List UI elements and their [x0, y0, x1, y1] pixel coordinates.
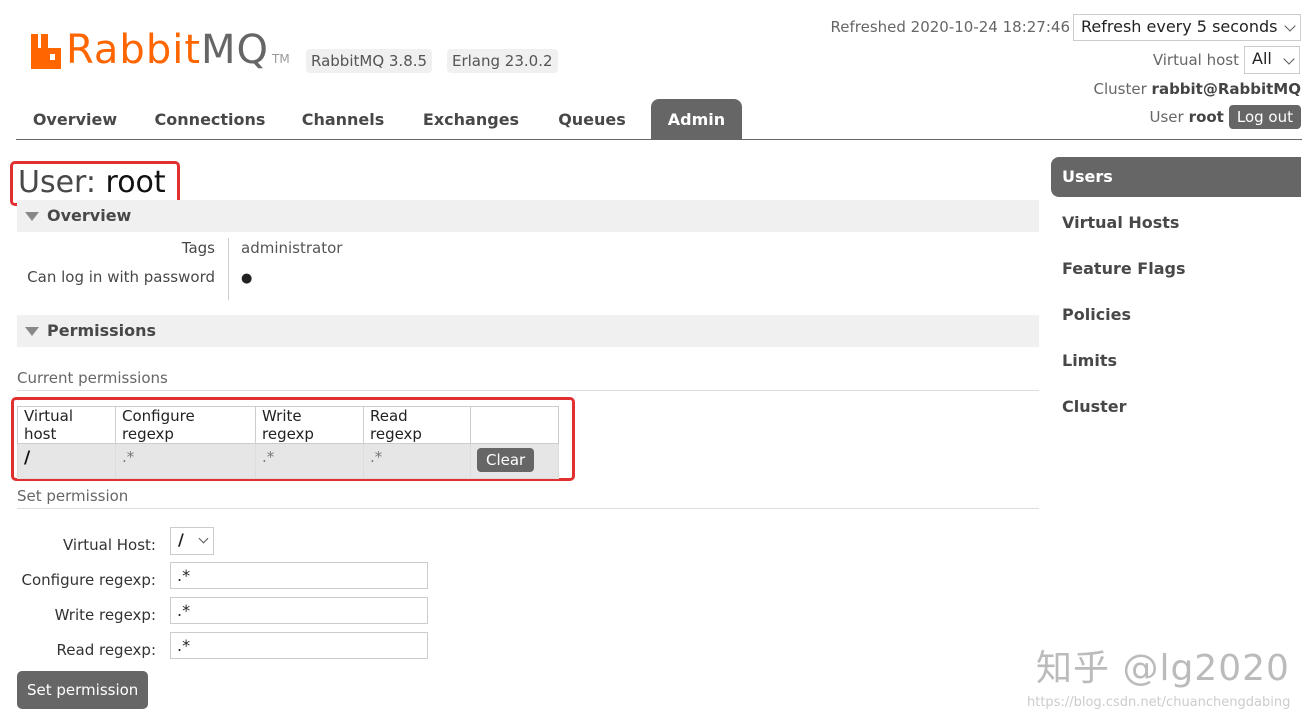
- clear-permission-button[interactable]: Clear: [477, 448, 535, 472]
- logo-wordmark: RabbitMQ: [66, 27, 270, 73]
- watermark-url: https://blog.csdn.net/chuanchengdabing: [1027, 695, 1291, 710]
- table-row: / .* .* .* Clear: [17, 443, 559, 479]
- col-configure-regexp: Configure regexp: [115, 406, 256, 444]
- tags-label: Tags: [181, 239, 215, 257]
- page: RabbitMQ TM RabbitMQ 3.8.5 Erlang 23.0.2…: [0, 0, 1316, 721]
- cluster-name: rabbit@RabbitMQ: [1151, 80, 1301, 98]
- collapse-triangle-icon: [25, 327, 39, 336]
- vhost-select-value: /: [178, 530, 184, 549]
- vhost-filter: Virtual host All: [1153, 46, 1300, 74]
- login-value: ●: [241, 271, 253, 286]
- chevron-down-icon: [1283, 53, 1295, 65]
- cell-write: .*: [255, 443, 364, 479]
- sidebar-item-feature-flags[interactable]: Feature Flags: [1051, 249, 1301, 295]
- permissions-table: Virtual host Configure regexp Write rege…: [17, 406, 559, 479]
- col-write-regexp: Write regexp: [255, 406, 364, 444]
- write-regexp-input[interactable]: .*: [170, 597, 428, 624]
- trademark: TM: [272, 52, 290, 66]
- login-label: Can log in with password: [27, 268, 215, 286]
- erlang-version-badge: Erlang 23.0.2: [447, 49, 558, 73]
- vhost-filter-value: All: [1252, 49, 1272, 68]
- col-read-regexp: Read regexp: [363, 406, 471, 444]
- cell-read: .*: [363, 443, 471, 479]
- set-permission-button[interactable]: Set permission: [17, 671, 149, 709]
- vhost-filter-label: Virtual host: [1152, 51, 1239, 69]
- page-title-username: root: [105, 165, 166, 200]
- rabbitmq-version-badge: RabbitMQ 3.8.5: [306, 49, 433, 73]
- read-field-label: Read regexp:: [56, 641, 156, 659]
- vhost-field-label: Virtual Host:: [63, 536, 156, 554]
- configure-regexp-input[interactable]: .*: [170, 562, 428, 589]
- page-title: User: root: [18, 164, 166, 202]
- page-title-prefix: User:: [18, 165, 96, 200]
- collapse-triangle-icon: [25, 212, 39, 221]
- permissions-heading: Permissions: [47, 321, 157, 340]
- refreshed-timestamp: Refreshed 2020-10-24 18:27:46: [830, 18, 1070, 36]
- tab-overview[interactable]: Overview: [16, 99, 134, 139]
- main-nav-tabs: Overview Connections Channels Exchanges …: [16, 99, 1302, 140]
- watermark: 知乎 @lg2020: [1036, 648, 1290, 689]
- cell-vhost: /: [17, 443, 116, 479]
- cell-actions: Clear: [470, 443, 559, 479]
- sidebar-item-policies[interactable]: Policies: [1051, 295, 1301, 341]
- refresh-interval-value: Refresh every 5 seconds: [1081, 17, 1278, 36]
- rabbitmq-logo[interactable]: RabbitMQ TM: [30, 26, 290, 70]
- write-field-label: Write regexp:: [54, 606, 156, 624]
- sidebar-item-virtual-hosts[interactable]: Virtual Hosts: [1051, 203, 1301, 249]
- chevron-down-icon: [1284, 20, 1296, 32]
- vhost-select[interactable]: /: [170, 527, 214, 555]
- admin-sidebar: Users Virtual Hosts Feature Flags Polici…: [1051, 157, 1301, 433]
- sidebar-item-cluster[interactable]: Cluster: [1051, 387, 1301, 433]
- tab-admin[interactable]: Admin: [651, 99, 742, 139]
- permissions-section-toggle[interactable]: Permissions: [17, 315, 1039, 347]
- cluster-info: Cluster rabbit@RabbitMQ: [1094, 80, 1301, 98]
- chevron-down-icon: [198, 533, 209, 544]
- divider: [17, 390, 1039, 391]
- tab-exchanges[interactable]: Exchanges: [411, 99, 531, 139]
- col-virtual-host: Virtual host: [17, 406, 116, 444]
- set-permission-label: Set permission: [17, 487, 129, 505]
- cell-configure: .*: [115, 443, 256, 479]
- sidebar-item-users[interactable]: Users: [1051, 157, 1301, 197]
- configure-field-label: Configure regexp:: [21, 571, 156, 589]
- read-regexp-input[interactable]: .*: [170, 632, 428, 659]
- col-actions: [470, 406, 559, 444]
- tab-connections[interactable]: Connections: [146, 99, 274, 139]
- rabbit-logo-icon: [30, 34, 62, 70]
- kv-divider: [228, 238, 229, 300]
- sidebar-item-limits[interactable]: Limits: [1051, 341, 1301, 387]
- permissions-table-header: Virtual host Configure regexp Write rege…: [17, 406, 559, 444]
- vhost-filter-select[interactable]: All: [1244, 46, 1300, 74]
- refresh-interval-select[interactable]: Refresh every 5 seconds: [1073, 14, 1301, 41]
- cluster-label: Cluster: [1093, 80, 1147, 98]
- divider: [17, 508, 1039, 509]
- tab-queues[interactable]: Queues: [544, 99, 640, 139]
- overview-heading: Overview: [47, 206, 132, 225]
- current-permissions-label: Current permissions: [17, 369, 168, 387]
- tags-value: administrator: [241, 239, 343, 257]
- tab-channels[interactable]: Channels: [288, 99, 398, 139]
- overview-section-toggle[interactable]: Overview: [17, 200, 1039, 232]
